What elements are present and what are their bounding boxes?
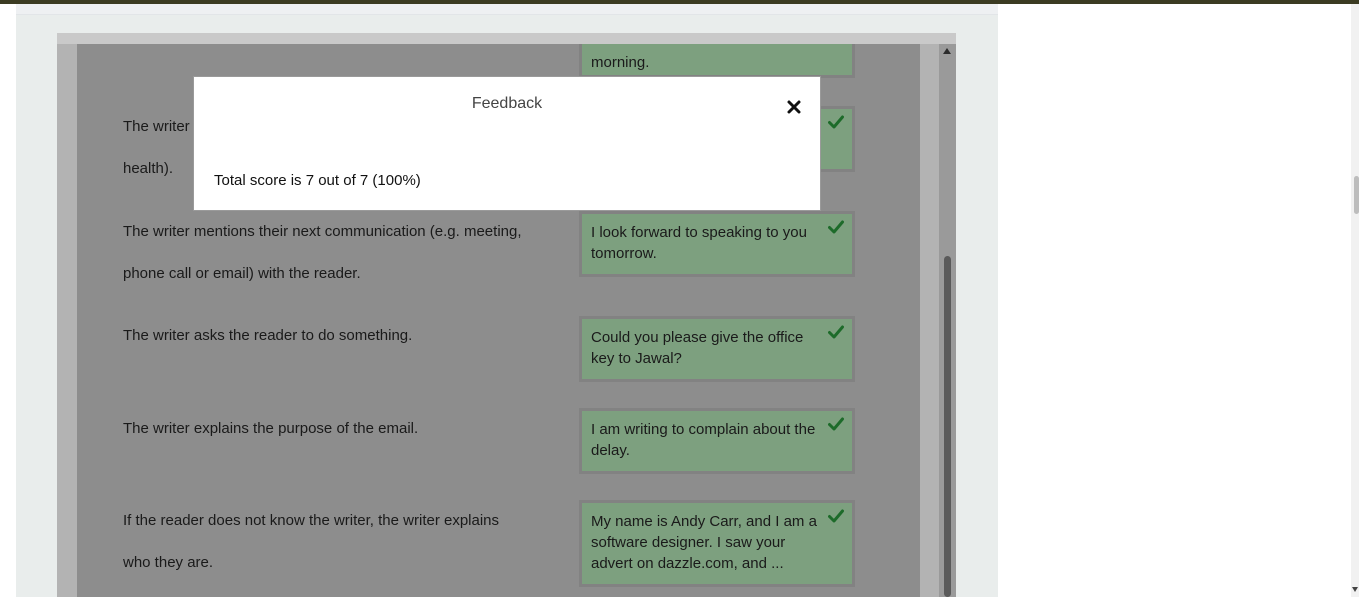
scroll-down-arrow-icon[interactable] — [1352, 587, 1358, 592]
prompt-line: If the reader does not know the writer, … — [123, 512, 500, 529]
score-text: Total score is 7 out of 7 (100%) — [214, 172, 421, 189]
prompt-line: The writer mentions their next communica… — [123, 223, 522, 240]
answer-text: My name is Andy Carr, and I am a softwar… — [591, 513, 817, 572]
activity-frame-top — [57, 33, 956, 44]
prompt-text: The writer explains the purpose of the e… — [123, 408, 553, 450]
scrollbar-thumb[interactable] — [944, 256, 951, 597]
prompt-line: The writer asks the reader to do somethi… — [123, 327, 413, 344]
feedback-dialog: Feedback Total score is 7 out of 7 (100%… — [193, 76, 821, 211]
page-scrollbar[interactable] — [1351, 4, 1359, 597]
scroll-up-arrow-icon[interactable] — [943, 48, 951, 54]
checkmark-icon — [828, 509, 844, 523]
prompt-text: The writer mentions their next communica… — [123, 211, 553, 295]
answer-box[interactable]: Could you please give the office key to … — [579, 316, 855, 382]
prompt-text: If the reader does not know the writer, … — [123, 500, 553, 584]
answer-text: Could you please give the office key to … — [591, 329, 804, 367]
close-icon[interactable] — [786, 99, 802, 115]
checkmark-icon — [828, 220, 844, 234]
answer-text: morning. — [591, 54, 650, 71]
answer-box[interactable]: morning. — [579, 44, 855, 78]
prompt-text: The writer asks the reader to do somethi… — [123, 315, 553, 357]
checkmark-icon — [828, 325, 844, 339]
answer-box[interactable]: I look forward to speaking to you tomorr… — [579, 211, 855, 277]
checkmark-icon — [828, 417, 844, 431]
answer-text: I am writing to complain about the delay… — [591, 421, 816, 459]
prompt-line: who they are. — [123, 554, 214, 571]
activity-scrollbar[interactable] — [939, 44, 956, 597]
page-scrollbar-thumb[interactable] — [1354, 176, 1359, 214]
checkmark-icon — [828, 115, 844, 129]
dialog-title: Feedback — [471, 95, 543, 112]
answer-text: I look forward to speaking to you tomorr… — [591, 224, 807, 262]
page-header-strip — [16, 4, 998, 15]
answer-box[interactable]: My name is Andy Carr, and I am a softwar… — [579, 500, 855, 587]
prompt-line: The writer explains the purpose of the e… — [123, 420, 419, 437]
prompt-line: phone call or email) with the reader. — [123, 265, 361, 282]
answer-box[interactable]: I am writing to complain about the delay… — [579, 408, 855, 474]
